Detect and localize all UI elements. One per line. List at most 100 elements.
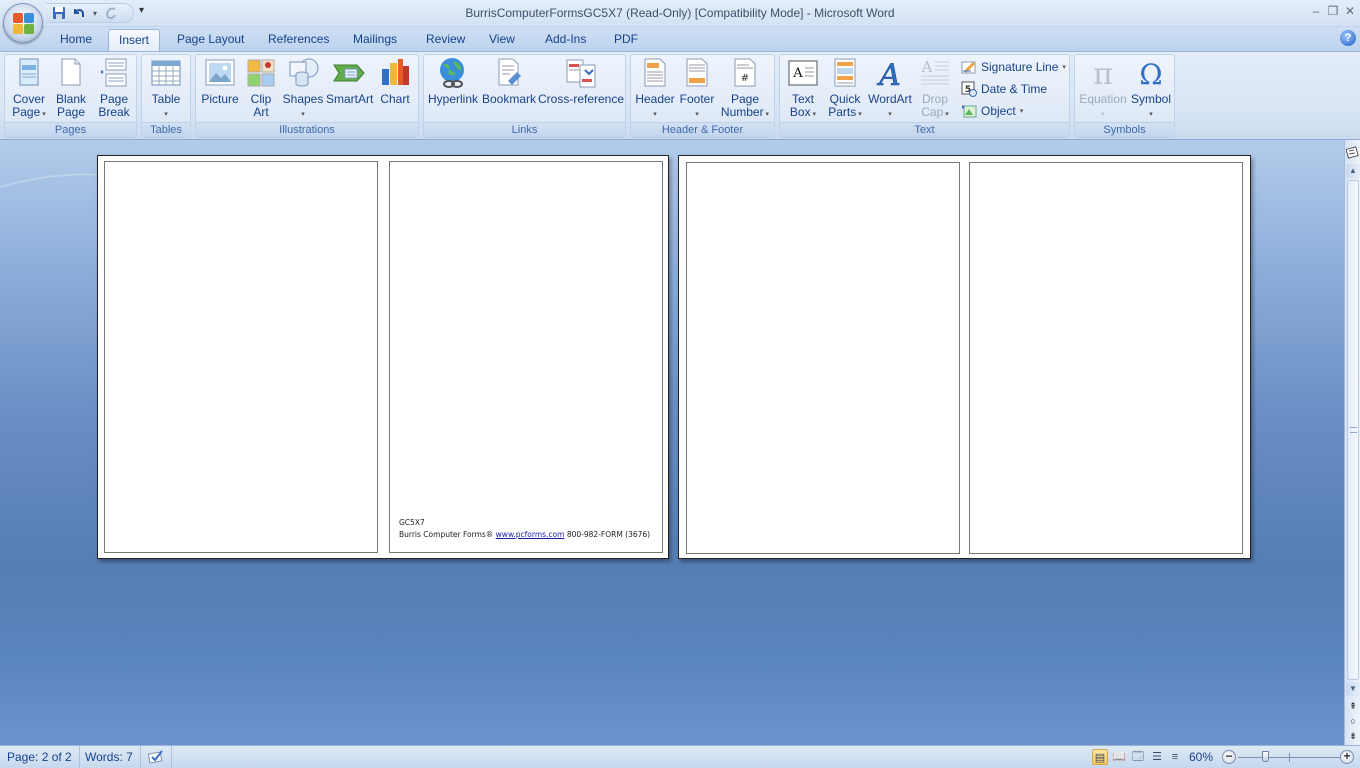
card-panel-1 bbox=[104, 161, 378, 553]
cover-page-button[interactable]: Cover Page ▾ bbox=[9, 57, 49, 121]
card-panel-2: GC5X7 Burris Computer Forms® www.pcforms… bbox=[389, 161, 663, 553]
page-break-icon bbox=[98, 57, 130, 89]
smartart-button[interactable]: SmartArt bbox=[326, 57, 373, 106]
zoom-out-button[interactable]: − bbox=[1222, 750, 1236, 764]
picture-button[interactable]: Picture bbox=[199, 57, 241, 106]
dropdown-arrow-icon: ▾ bbox=[653, 111, 657, 118]
table-icon bbox=[150, 57, 182, 89]
group-symbols: π Equation ▾ Ω Symbol ▾ Symbols bbox=[1074, 54, 1175, 138]
bookmark-button[interactable]: Bookmark bbox=[482, 57, 536, 106]
website-link[interactable]: www.pcforms.com bbox=[496, 530, 565, 539]
object-button[interactable]: Object ▾ bbox=[961, 103, 1023, 119]
zoom-in-button[interactable]: + bbox=[1340, 750, 1354, 764]
page-number-button[interactable]: # Page Number ▾ bbox=[719, 57, 771, 121]
footer-button[interactable]: Footer ▾ bbox=[677, 57, 717, 121]
company-name: Burris Computer Forms® bbox=[399, 530, 494, 539]
select-browse-object-icon[interactable]: ○ bbox=[1346, 714, 1360, 728]
wordart-button[interactable]: A WordArt ▾ bbox=[866, 57, 914, 121]
document-workspace[interactable]: GC5X7 Burris Computer Forms® www.pcforms… bbox=[0, 140, 1344, 745]
dropdown-arrow-icon: ▾ bbox=[164, 111, 168, 118]
print-layout-view-button[interactable]: ▤ bbox=[1092, 749, 1108, 765]
tab-review[interactable]: Review bbox=[416, 29, 475, 51]
document-page-2[interactable] bbox=[678, 155, 1251, 559]
dropdown-arrow-icon: ▾ bbox=[943, 111, 949, 118]
full-screen-reading-view-button[interactable]: 📖 bbox=[1111, 749, 1127, 765]
close-button[interactable]: ✕ bbox=[1342, 3, 1358, 19]
page-break-button[interactable]: Page Break bbox=[95, 57, 133, 119]
date-time-icon: 5 bbox=[961, 81, 977, 97]
group-header-footer: Header ▾ Footer ▾ # Page Number ▾ Header… bbox=[630, 54, 775, 138]
date-time-button[interactable]: 5 Date & Time bbox=[961, 81, 1047, 97]
card-panel-4 bbox=[969, 162, 1243, 554]
tab-insert[interactable]: Insert bbox=[108, 29, 161, 51]
group-label-header-footer: Header & Footer bbox=[631, 122, 774, 137]
wordart-icon: A bbox=[874, 57, 906, 94]
table-button[interactable]: Table ▾ bbox=[146, 57, 186, 121]
outline-view-button[interactable]: ☰ bbox=[1149, 749, 1165, 765]
proofing-status[interactable] bbox=[140, 746, 172, 768]
header-icon bbox=[639, 57, 671, 89]
help-button[interactable]: ? bbox=[1340, 30, 1356, 46]
previous-page-icon[interactable]: ⇞ bbox=[1346, 699, 1360, 713]
footer-icon bbox=[681, 57, 713, 89]
dropdown-arrow-icon: ▾ bbox=[1062, 64, 1066, 71]
svg-text:A: A bbox=[876, 58, 901, 89]
chart-button[interactable]: Chart bbox=[376, 57, 414, 106]
drop-cap-button[interactable]: A Drop Cap ▾ bbox=[916, 57, 954, 121]
header-button[interactable]: Header ▾ bbox=[634, 57, 676, 121]
minimize-button[interactable]: – bbox=[1308, 3, 1324, 19]
web-layout-view-button[interactable]: 🗔 bbox=[1130, 749, 1146, 765]
zoom-level[interactable]: 60% bbox=[1189, 746, 1213, 768]
group-label-tables: Tables bbox=[142, 122, 190, 137]
scroll-down-button[interactable]: ▼ bbox=[1346, 682, 1360, 696]
view-ruler-icon[interactable] bbox=[1345, 146, 1360, 160]
group-label-illustrations: Illustrations bbox=[196, 122, 418, 137]
tab-view[interactable]: View bbox=[479, 29, 525, 51]
vertical-scrollbar[interactable]: ▲ ▼ ⇞ ○ ⇟ bbox=[1344, 140, 1360, 745]
office-button[interactable] bbox=[3, 3, 43, 43]
svg-text:Ω: Ω bbox=[1139, 58, 1162, 89]
clip-art-button[interactable]: Clip Art bbox=[244, 57, 278, 119]
group-text: A Text Box ▾ Quick Parts ▾ A WordArt ▾ A… bbox=[779, 54, 1070, 138]
shapes-button[interactable]: Shapes ▾ bbox=[282, 57, 324, 121]
tab-references[interactable]: References bbox=[258, 29, 339, 51]
tab-page-layout[interactable]: Page Layout bbox=[167, 29, 254, 51]
cross-reference-icon bbox=[565, 57, 597, 89]
group-label-pages: Pages bbox=[5, 122, 136, 137]
tab-pdf[interactable]: PDF bbox=[604, 29, 648, 51]
zoom-slider-thumb[interactable] bbox=[1262, 751, 1270, 762]
page-count[interactable]: Page: 2 of 2 bbox=[0, 746, 80, 768]
word-count[interactable]: Words: 7 bbox=[78, 746, 141, 768]
zoom-100-tick bbox=[1289, 753, 1290, 762]
bookmark-icon bbox=[493, 57, 525, 89]
restore-button[interactable]: ❐ bbox=[1325, 3, 1341, 19]
next-page-icon[interactable]: ⇟ bbox=[1346, 729, 1360, 743]
symbol-button[interactable]: Ω Symbol ▾ bbox=[1130, 57, 1172, 121]
group-label-symbols: Symbols bbox=[1075, 122, 1174, 137]
scroll-up-button[interactable]: ▲ bbox=[1346, 164, 1360, 178]
group-label-links: Links bbox=[424, 122, 625, 137]
dropdown-arrow-icon: ▾ bbox=[810, 111, 817, 118]
hyperlink-button[interactable]: Hyperlink bbox=[427, 57, 479, 106]
cross-reference-button[interactable]: Cross-reference bbox=[538, 57, 624, 106]
group-illustrations: Picture Clip Art Shapes ▾ SmartArt Chart… bbox=[195, 54, 419, 138]
quick-parts-button[interactable]: Quick Parts ▾ bbox=[826, 57, 864, 121]
svg-text:A: A bbox=[921, 58, 933, 76]
blank-page-button[interactable]: Blank Page bbox=[53, 57, 89, 119]
pi-equation-icon: π bbox=[1087, 57, 1119, 92]
scroll-thumb[interactable] bbox=[1347, 180, 1359, 680]
tab-mailings[interactable]: Mailings bbox=[343, 29, 407, 51]
equation-button[interactable]: π Equation ▾ bbox=[1078, 57, 1128, 121]
tab-add-ins[interactable]: Add-Ins bbox=[535, 29, 596, 51]
draft-view-button[interactable]: ≡ bbox=[1167, 749, 1183, 765]
text-box-icon: A bbox=[787, 57, 819, 89]
svg-text:π: π bbox=[1093, 57, 1113, 89]
signature-line-button[interactable]: Signature Line ▾ bbox=[961, 59, 1066, 75]
document-page-1[interactable]: GC5X7 Burris Computer Forms® www.pcforms… bbox=[97, 155, 669, 559]
text-box-button[interactable]: A Text Box ▾ bbox=[783, 57, 823, 121]
group-links: Hyperlink Bookmark Cross-reference Links bbox=[423, 54, 626, 138]
tab-home[interactable]: Home bbox=[50, 29, 102, 51]
omega-symbol-icon: Ω bbox=[1135, 57, 1167, 91]
group-tables: Table ▾ Tables bbox=[141, 54, 191, 138]
svg-text:#: # bbox=[741, 73, 749, 84]
